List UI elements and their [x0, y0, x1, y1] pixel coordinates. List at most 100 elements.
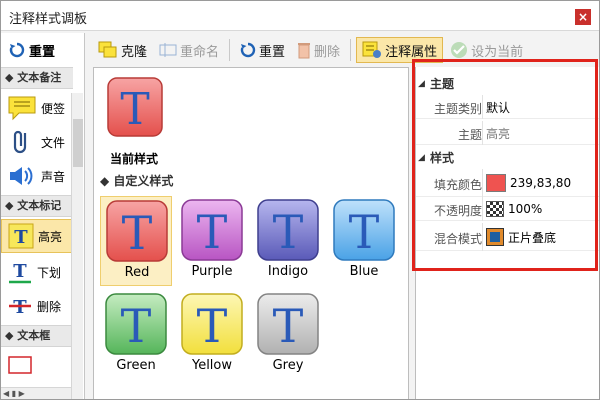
style-tile-indigo[interactable]: T Indigo [252, 196, 324, 286]
svg-text:T: T [273, 205, 304, 259]
set-as-current-label: 设为当前 [471, 44, 524, 60]
group-text-markup[interactable]: ◆ 文本标记 [1, 195, 73, 217]
style-tile-green[interactable]: T Green [100, 290, 172, 380]
sticky-note-icon [8, 96, 36, 121]
annotation-style-palette-window: 注释样式调板 × 重置 ◆ 文本备注 便签 文件 声音 ◆ 文本标记 T 高亮 … [0, 0, 600, 400]
style-tile-label: Red [124, 265, 150, 280]
current-style-label: 当前样式 [109, 152, 158, 166]
list-item-label: 高亮 [38, 229, 63, 244]
style-tile-yellow[interactable]: T Yellow [176, 290, 248, 380]
set-as-current-button[interactable]: 设为当前 [445, 37, 528, 63]
group-label: 文本框 [17, 329, 51, 342]
properties-panel: ◢ 主题 主题类别 默认 主题 高亮 ◢ 样式 填充颜色 239,83,80 不… [415, 67, 599, 399]
paperclip-icon [13, 130, 27, 154]
delete-button[interactable]: 删除 [292, 37, 345, 63]
properties-icon [362, 41, 382, 58]
reset-icon [240, 42, 256, 58]
toolbar-separator [350, 39, 352, 61]
list-item-highlight[interactable]: T 高亮 [1, 219, 73, 253]
highlight-icon: T [8, 223, 34, 249]
clone-button[interactable]: 克隆 [93, 37, 152, 63]
column-divider [482, 95, 483, 119]
column-divider [482, 121, 483, 145]
style-t-icon: T [106, 200, 168, 262]
list-item-sound[interactable]: 声音 [1, 159, 73, 193]
rename-button[interactable]: 重命名 [154, 37, 224, 63]
style-tile-label: Yellow [191, 358, 233, 373]
style-tile-label: Blue [349, 264, 379, 279]
collapse-triangle-icon[interactable]: ◢ [418, 75, 425, 93]
property-row-theme-type[interactable]: 主题类别 默认 [416, 95, 599, 119]
svg-text:T: T [120, 84, 149, 135]
list-item-label: 下划 [37, 265, 62, 280]
style-tile-label: Indigo [267, 264, 309, 279]
style-tile-red[interactable]: T Red [100, 196, 172, 286]
style-toolbar: 克隆 重命名 重置 删除 注释属性 设为当前 [89, 35, 599, 65]
svg-text:T: T [121, 299, 152, 353]
custom-styles-section-header[interactable]: ◆ 自定义样式 [100, 172, 400, 190]
column-divider [482, 197, 483, 221]
column-divider [482, 223, 483, 251]
style-tile-label: Green [116, 358, 156, 373]
toolbar-separator [229, 39, 231, 61]
window-title: 注释样式调板 [9, 12, 88, 27]
column-divider [482, 169, 483, 197]
style-gallery: T 当前样式 ◆ 自定义样式 T Red T Purple T Indigo T Blue T G… [93, 67, 409, 399]
svg-text:T: T [14, 227, 28, 248]
svg-text:T: T [13, 261, 27, 282]
checkmark-icon [451, 42, 468, 58]
list-item-strikethrough[interactable]: T 删除 [1, 289, 73, 323]
left-horizontal-scrollbar[interactable]: ◀ ▮ ▶ [1, 387, 71, 399]
clone-icon [98, 41, 117, 58]
style-tile-grey[interactable]: T Grey [252, 290, 324, 380]
list-item-label: 文件 [41, 135, 66, 150]
group-label: 文本备注 [17, 71, 62, 84]
close-icon[interactable]: × [575, 9, 591, 25]
property-value: 239,83,80 [510, 176, 572, 190]
style-group-header[interactable]: ◢ 样式 [416, 149, 599, 167]
annotation-properties-button[interactable]: 注释属性 [356, 37, 444, 63]
theme-group-label: 主题 [430, 77, 455, 91]
style-tile-label: Purple [191, 264, 233, 279]
scrollbar-thumb[interactable] [73, 119, 83, 167]
group-text-box[interactable]: ◆ 文本框 [1, 325, 73, 347]
property-key: 主题 [457, 128, 482, 142]
collapse-triangle-icon[interactable]: ◢ [418, 149, 425, 167]
property-value: 高亮 [486, 126, 511, 141]
svg-text:T: T [273, 299, 304, 353]
list-item-label: 删除 [37, 299, 62, 314]
property-row-fill-color[interactable]: 填充颜色 239,83,80 [416, 169, 599, 197]
list-item-file[interactable]: 文件 [1, 125, 73, 159]
group-label: 文本标记 [17, 199, 62, 212]
property-value: 正片叠底 [508, 230, 557, 245]
clone-label: 克隆 [121, 44, 148, 60]
theme-group-header[interactable]: ◢ 主题 [416, 75, 599, 93]
reset-icon [9, 42, 25, 58]
style-t-icon: T [181, 293, 243, 355]
property-row-opacity[interactable]: 不透明度 100% [416, 197, 599, 221]
style-tile-blue[interactable]: T Blue [328, 196, 400, 286]
left-vertical-scrollbar[interactable] [71, 93, 83, 399]
current-style-tile[interactable]: T 当前样式 [102, 74, 166, 168]
fill-color-swatch[interactable] [486, 174, 506, 192]
list-item-sticky-note[interactable]: 便签 [1, 91, 73, 125]
rename-icon [159, 43, 177, 57]
style-tile-purple[interactable]: T Purple [176, 196, 248, 286]
list-item-underline[interactable]: T 下划 [1, 255, 73, 289]
annotation-type-list: 重置 ◆ 文本备注 便签 文件 声音 ◆ 文本标记 T 高亮 T 下划 T 删除… [1, 33, 85, 399]
strikethrough-icon: T [9, 297, 31, 318]
property-row-theme[interactable]: 主题 高亮 [416, 121, 599, 145]
style-t-icon: T [181, 199, 243, 261]
opacity-checker-icon [486, 201, 504, 217]
list-item-label: 声音 [41, 169, 66, 184]
blend-mode-icon [486, 228, 504, 246]
svg-text:T: T [197, 205, 228, 259]
left-reset-button[interactable]: 重置 [1, 37, 84, 63]
reset-button[interactable]: 重置 [235, 37, 290, 63]
style-group-label: 样式 [430, 151, 455, 165]
style-t-icon: T [257, 293, 319, 355]
property-row-blend-mode[interactable]: 混合模式 正片叠底 [416, 223, 599, 251]
group-text-notes[interactable]: ◆ 文本备注 [1, 67, 73, 89]
style-t-icon: T [257, 199, 319, 261]
list-item-text-box[interactable] [1, 349, 73, 383]
